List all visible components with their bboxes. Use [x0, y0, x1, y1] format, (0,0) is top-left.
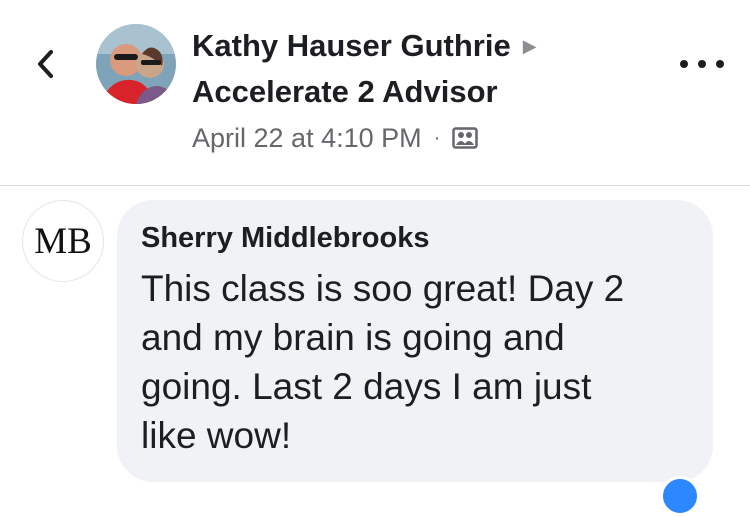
- like-reaction-icon[interactable]: [660, 476, 700, 516]
- more-options-button[interactable]: [680, 52, 724, 76]
- meta-separator: ·: [433, 126, 441, 149]
- post-meta: April 22 at 4:10 PM ·: [192, 118, 479, 158]
- triangle-right-icon: ▶: [522, 36, 537, 56]
- more-dot: [698, 60, 706, 68]
- comment-bubble: Sherry Middlebrooks This class is soo gr…: [117, 200, 713, 482]
- post-author-name[interactable]: Kathy Hauser Guthrie: [192, 26, 511, 66]
- post-header: Kathy Hauser Guthrie ▶ Accelerate 2 Advi…: [0, 0, 750, 186]
- avatar-photo: [96, 24, 176, 104]
- comment-author[interactable]: Sherry Middlebrooks: [141, 218, 689, 258]
- comment-line: like wow!: [141, 415, 292, 456]
- comment-text: This class is soo great! Day 2 and my br…: [141, 264, 689, 460]
- chevron-left-icon: [38, 50, 53, 78]
- back-button[interactable]: [30, 44, 60, 84]
- more-dot: [716, 60, 724, 68]
- commenter-avatar[interactable]: MB: [22, 200, 104, 282]
- header-divider: [0, 185, 750, 186]
- comment-line: This class is soo great! Day 2: [141, 268, 625, 309]
- post-timestamp[interactable]: April 22 at 4:10 PM: [192, 123, 422, 154]
- post-group-name[interactable]: Accelerate 2 Advisor: [192, 72, 498, 112]
- group-audience-icon: [452, 127, 479, 149]
- post-author-line: Kathy Hauser Guthrie ▶: [192, 26, 537, 66]
- author-avatar[interactable]: [96, 24, 176, 104]
- comment-line: and my brain is going and: [141, 317, 565, 358]
- more-dot: [680, 60, 688, 68]
- comment-line: going. Last 2 days I am just: [141, 366, 592, 407]
